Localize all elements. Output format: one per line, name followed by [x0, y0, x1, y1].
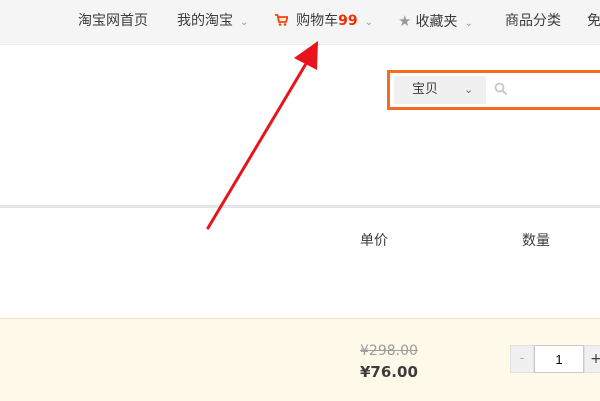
- nav-favorites-label: 收藏夹: [415, 14, 458, 30]
- star-icon: ★: [398, 12, 412, 30]
- cart-icon: [275, 14, 292, 29]
- nav-my-taobao-label: 我的淘宝: [177, 13, 233, 29]
- nav-categories-link[interactable]: 商品分类: [505, 0, 561, 44]
- nav-cart-menu[interactable]: 购物车99 ⌄: [275, 0, 373, 44]
- search-icon: [494, 82, 508, 96]
- nav-categories-label: 商品分类: [505, 13, 561, 29]
- section-divider: [0, 205, 600, 208]
- quantity-increase-button[interactable]: +: [584, 345, 600, 373]
- cart-count-badge: 99: [338, 13, 358, 29]
- original-price: ¥298.00: [360, 343, 418, 359]
- cart-item-row: ¥298.00 ¥76.00 - +: [0, 318, 600, 401]
- search-box: 宝贝 ⌄: [387, 70, 600, 110]
- search-type-label: 宝贝: [412, 82, 439, 97]
- search-input[interactable]: [514, 77, 598, 105]
- quantity-input[interactable]: [534, 345, 584, 373]
- nav-partial-link[interactable]: 免: [587, 0, 600, 44]
- chevron-down-icon: ⌄: [240, 17, 249, 28]
- chevron-down-icon: ⌄: [364, 17, 374, 28]
- chevron-down-icon: ⌄: [464, 83, 474, 96]
- current-price: ¥76.00: [360, 363, 418, 381]
- nav-my-taobao-menu[interactable]: 我的淘宝 ⌄: [177, 0, 248, 44]
- column-header-unit-price: 单价: [360, 233, 388, 249]
- chevron-down-icon: ⌄: [464, 18, 473, 29]
- nav-home-link[interactable]: 淘宝网首页: [78, 0, 148, 44]
- top-navigation-bar: 淘宝网首页 我的淘宝 ⌄ 购物车99 ⌄ ★ 收藏夹 ⌄ 商品分类 免: [0, 0, 600, 45]
- nav-favorites-menu[interactable]: ★ 收藏夹 ⌄: [398, 0, 473, 44]
- nav-cart-label: 购物车: [296, 13, 339, 29]
- nav-partial-label: 免: [587, 13, 600, 29]
- nav-home-label: 淘宝网首页: [78, 13, 148, 29]
- column-header-quantity: 数量: [522, 233, 550, 249]
- quantity-decrease-button[interactable]: -: [510, 345, 534, 373]
- search-type-dropdown[interactable]: 宝贝 ⌄: [394, 76, 486, 104]
